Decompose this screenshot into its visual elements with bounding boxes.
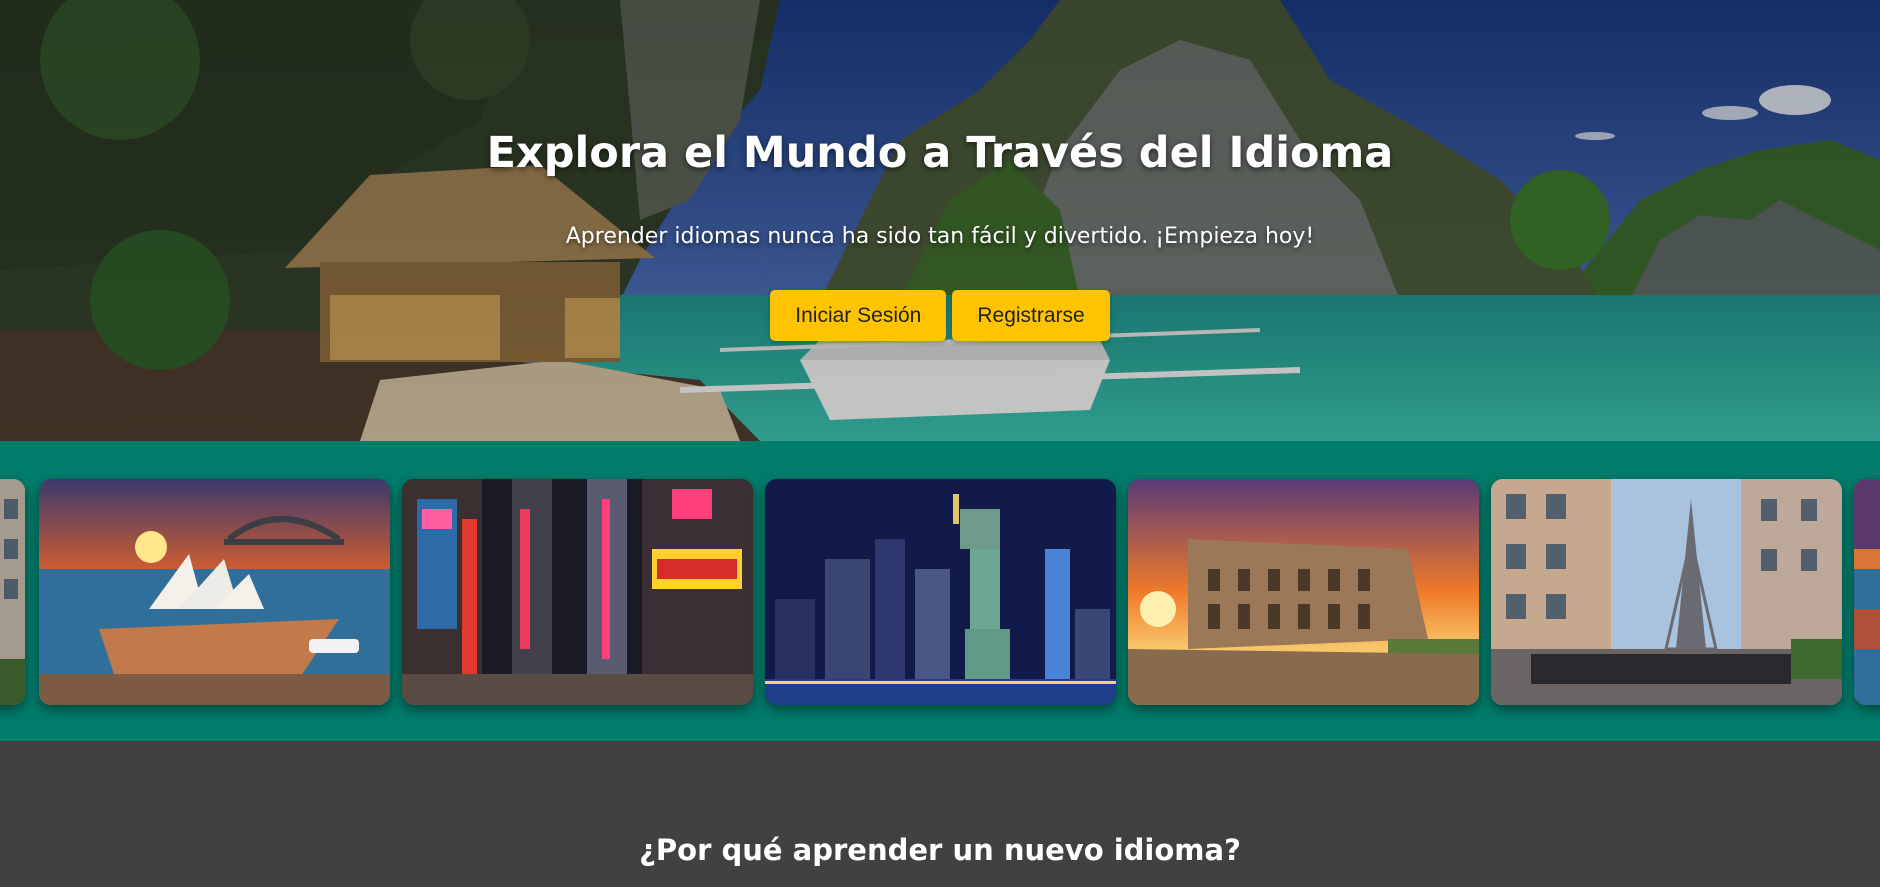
new-york-statue-of-liberty-image	[765, 479, 1116, 705]
login-button[interactable]: Iniciar Sesión	[770, 290, 947, 341]
hero-content: Explora el Mundo a Través del Idioma Apr…	[0, 0, 1880, 441]
why-learn-heading: ¿Por qué aprender un nuevo idioma?	[639, 833, 1241, 867]
hero-subtitle: Aprender idiomas nunca ha sido tan fácil…	[565, 224, 1315, 249]
carousel-card-sydney-partial[interactable]	[1854, 479, 1880, 705]
hero-title: Explora el Mundo a Través del Idioma	[486, 128, 1394, 178]
paris-street-image	[0, 479, 25, 705]
hero-section: Explora el Mundo a Través del Idioma Apr…	[0, 0, 1880, 441]
carousel-card-rome[interactable]	[1128, 479, 1479, 705]
sydney-partial-image	[1854, 479, 1880, 705]
carousel-card-paris[interactable]	[1491, 479, 1842, 705]
paris-eiffel-tower-image	[1491, 479, 1842, 705]
carousel-card-tokyo[interactable]	[402, 479, 753, 705]
register-button[interactable]: Registrarse	[952, 290, 1110, 341]
carousel-card-sydney[interactable]	[39, 479, 390, 705]
hero-button-group: Iniciar Sesión Registrarse	[0, 290, 1880, 341]
rome-colosseum-image	[1128, 479, 1479, 705]
sydney-opera-house-image	[39, 479, 390, 705]
why-learn-section: ¿Por qué aprender un nuevo idioma?	[0, 741, 1880, 887]
destination-carousel[interactable]	[0, 441, 1880, 741]
carousel-card-paris-partial[interactable]	[0, 479, 25, 705]
carousel-card-new-york[interactable]	[765, 479, 1116, 705]
tokyo-street-image	[402, 479, 753, 705]
